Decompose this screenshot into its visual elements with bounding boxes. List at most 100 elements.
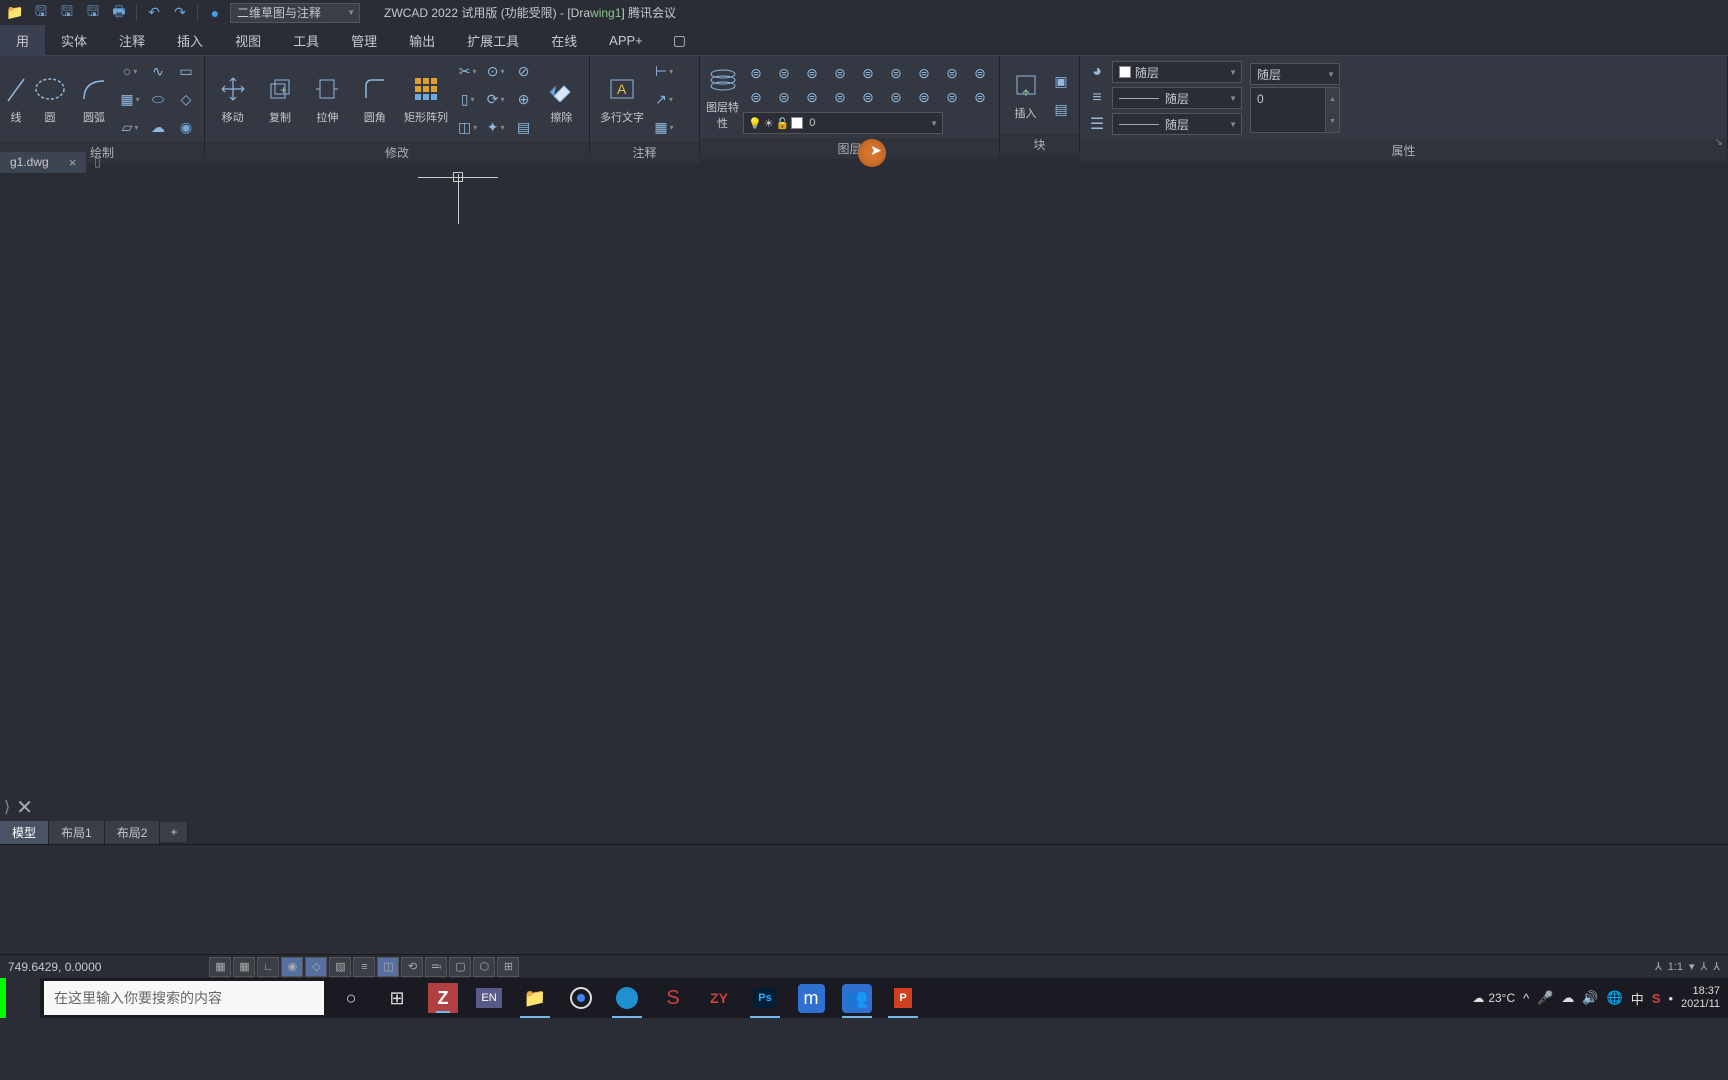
- app-s-icon[interactable]: S: [650, 978, 696, 1018]
- block-edit-button[interactable]: ▤: [1049, 98, 1073, 120]
- arrow-icon[interactable]: ⟩: [4, 797, 10, 817]
- layer-tool-icon[interactable]: ⊜: [967, 86, 993, 108]
- layer-tool-icon[interactable]: ⊜: [883, 86, 909, 108]
- mic-icon[interactable]: 🎤: [1537, 990, 1553, 1006]
- donut-button[interactable]: ◉: [174, 116, 198, 138]
- dim-linear-button[interactable]: ⊢: [652, 60, 676, 82]
- scale-toggle[interactable]: ⊞: [497, 957, 519, 977]
- join-button[interactable]: ⊕: [512, 88, 536, 110]
- workspace-dropdown[interactable]: 二维草图与注释: [230, 3, 360, 23]
- anno-vis-icon[interactable]: ▾: [1689, 960, 1695, 973]
- save-icon[interactable]: 🖫: [30, 3, 52, 23]
- explode-button[interactable]: ✦: [484, 116, 508, 138]
- polygon-button[interactable]: ▱: [118, 116, 142, 138]
- weather-widget[interactable]: ☁ 23°C: [1472, 991, 1515, 1005]
- color-dropdown[interactable]: 随层: [1112, 61, 1242, 83]
- task-view-icon[interactable]: ⊞: [374, 978, 420, 1018]
- anno-scale-icon[interactable]: ⅄: [1655, 960, 1662, 973]
- redo-icon[interactable]: ↷: [169, 3, 191, 23]
- polar-toggle[interactable]: ◉: [281, 957, 303, 977]
- menu-annotate[interactable]: 注释: [103, 25, 161, 56]
- break-button[interactable]: ⊘: [512, 60, 536, 82]
- clock[interactable]: 18:37 2021/11: [1681, 985, 1720, 1011]
- tab-model[interactable]: 模型: [0, 821, 49, 844]
- layer-tool-icon[interactable]: ⊜: [771, 62, 797, 84]
- start-area[interactable]: [0, 978, 40, 1018]
- layer-tool-icon[interactable]: ⊜: [799, 86, 825, 108]
- chevron-up-icon[interactable]: ^: [1523, 991, 1529, 1006]
- dim-leader-button[interactable]: ↗: [652, 88, 676, 110]
- menu-solid[interactable]: 实体: [45, 25, 103, 56]
- layer-tool-icon[interactable]: ⊜: [743, 86, 769, 108]
- ellipse-button[interactable]: ○: [118, 60, 142, 82]
- osnap-toggle[interactable]: ◇: [305, 957, 327, 977]
- spline-button[interactable]: ∿: [146, 60, 170, 82]
- print-icon[interactable]: 🖶: [108, 3, 130, 23]
- search-input[interactable]: 在这里输入你要搜索的内容: [44, 981, 324, 1015]
- menu-tools[interactable]: 工具: [277, 25, 335, 56]
- ime-label[interactable]: 中: [1631, 989, 1644, 1008]
- scale-button[interactable]: ◫: [456, 116, 480, 138]
- tab-layout1[interactable]: 布局1: [49, 821, 105, 844]
- powerpoint-icon[interactable]: P: [880, 978, 926, 1018]
- array-button[interactable]: 矩形阵列: [400, 64, 451, 134]
- mtext-button[interactable]: A 多行文字: [596, 64, 648, 134]
- tab-add[interactable]: +: [160, 822, 188, 842]
- stretch-button[interactable]: 拉伸: [306, 64, 349, 134]
- anno-toggle[interactable]: ⬡: [473, 957, 495, 977]
- rotate-button[interactable]: ⟳: [484, 88, 508, 110]
- file-tab-active[interactable]: g1.dwg ×: [0, 152, 86, 173]
- layer-tool-icon[interactable]: ⊜: [743, 62, 769, 84]
- match-props-icon[interactable]: ◕: [1086, 61, 1108, 83]
- menu-insert[interactable]: 插入: [161, 25, 219, 56]
- layer-tool-icon[interactable]: ⊜: [939, 86, 965, 108]
- new-tab-button[interactable]: ▯: [86, 152, 109, 172]
- point-button[interactable]: ◇: [174, 88, 198, 110]
- menu-view[interactable]: 视图: [219, 25, 277, 56]
- lineweight-dropdown[interactable]: 随层: [1112, 87, 1242, 109]
- layer-tool-icon[interactable]: ⊜: [827, 62, 853, 84]
- cloud-button[interactable]: ☁: [146, 116, 170, 138]
- block-create-button[interactable]: ▣: [1049, 70, 1073, 92]
- layer-tool-icon[interactable]: ⊜: [827, 86, 853, 108]
- layer-tool-icon[interactable]: ⊜: [799, 62, 825, 84]
- line-button[interactable]: 线: [6, 64, 26, 134]
- dyn-toggle[interactable]: ◫: [377, 957, 399, 977]
- menu-manage[interactable]: 管理: [335, 25, 393, 56]
- menu-default[interactable]: 用: [0, 25, 45, 56]
- undo-icon[interactable]: ↶: [143, 3, 165, 23]
- linetype-dropdown[interactable]: 随层: [1112, 113, 1242, 135]
- cycle-toggle[interactable]: ⟲: [401, 957, 423, 977]
- app-m-icon[interactable]: m: [788, 978, 834, 1018]
- snap-toggle[interactable]: ▦: [233, 957, 255, 977]
- move-button[interactable]: 移动: [211, 64, 254, 134]
- help-icon[interactable]: ●: [204, 3, 226, 23]
- tab-layout2[interactable]: 布局2: [105, 821, 161, 844]
- arc-button[interactable]: 圆弧: [74, 64, 114, 134]
- command-line[interactable]: [0, 844, 1728, 954]
- fillet-button[interactable]: 圆角: [353, 64, 396, 134]
- lineweight-icon[interactable]: ≡: [1086, 87, 1108, 109]
- align-button[interactable]: ▤: [512, 116, 536, 138]
- x-icon[interactable]: ✕: [16, 795, 33, 820]
- circle-button[interactable]: 圆: [30, 64, 70, 134]
- cloud-sync-icon[interactable]: ☁: [1561, 990, 1574, 1006]
- layer-tool-icon[interactable]: ⊜: [771, 86, 797, 108]
- copy-button[interactable]: + 复制: [258, 64, 301, 134]
- menu-output[interactable]: 输出: [393, 25, 451, 56]
- cortana-icon[interactable]: ○: [328, 978, 374, 1018]
- app-menu-icon[interactable]: 📁: [4, 3, 26, 23]
- dot-icon[interactable]: •: [1668, 991, 1673, 1006]
- layer-tool-icon[interactable]: ⊜: [855, 86, 881, 108]
- save-as-icon[interactable]: 🖫: [56, 3, 78, 23]
- grid-toggle[interactable]: ▦: [209, 957, 231, 977]
- offset-button[interactable]: ⊙: [484, 60, 508, 82]
- browser-icon[interactable]: [604, 978, 650, 1018]
- layer-tool-icon[interactable]: ⊜: [855, 62, 881, 84]
- app-zy-icon[interactable]: ZY: [696, 978, 742, 1018]
- sogou-icon[interactable]: S: [1652, 991, 1661, 1006]
- layer-tool-icon[interactable]: ⊜: [939, 62, 965, 84]
- layer-props-button[interactable]: 图层特性: [706, 62, 739, 132]
- status-extra-icon[interactable]: ⅄: [1713, 960, 1720, 973]
- spinner[interactable]: ▲▼: [1325, 88, 1339, 132]
